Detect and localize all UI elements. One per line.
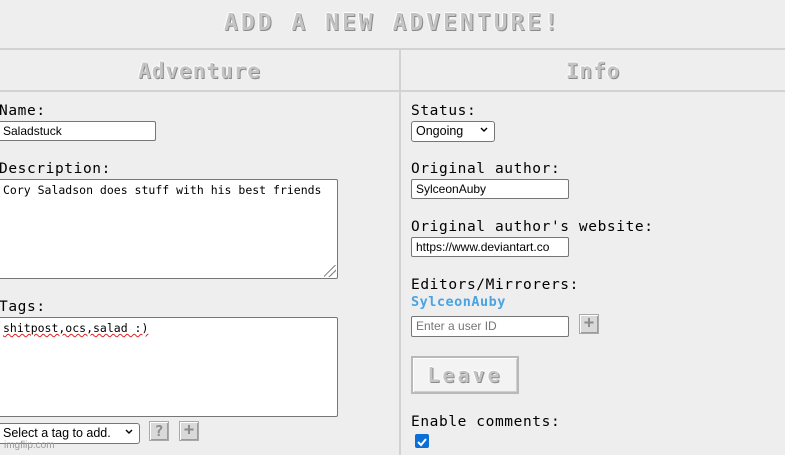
column-divider	[399, 50, 401, 455]
status-select[interactable]: Ongoing	[411, 121, 495, 142]
description-label: Description:	[0, 161, 111, 177]
status-select-value: Ongoing	[416, 124, 464, 138]
chevron-down-icon	[125, 429, 133, 434]
column-header-divider	[0, 90, 785, 92]
status-label: Status:	[411, 103, 477, 119]
user-id-input[interactable]: Enter a user ID	[411, 316, 569, 337]
tags-label: Tags:	[0, 299, 46, 315]
author-website-input[interactable]: https://www.deviantart.co	[411, 237, 569, 257]
plus-icon: +	[183, 420, 195, 440]
add-editor-button[interactable]: +	[579, 314, 599, 334]
watermark: imgflip.com	[4, 440, 55, 451]
description-textarea[interactable]: Cory Saladson does stuff with his best f…	[0, 179, 338, 279]
name-label: Name:	[0, 103, 46, 119]
add-adventure-page: ADD A NEW ADVENTURE! Adventure Info Name…	[0, 0, 785, 455]
tag-select-value: Select a tag to add.	[3, 426, 111, 440]
info-column-title: Info	[565, 59, 621, 83]
plus-icon: +	[583, 313, 595, 333]
description-text: Cory Saladson does stuff with his best f…	[3, 183, 322, 197]
chevron-down-icon	[480, 127, 488, 132]
enable-comments-label: Enable comments:	[411, 414, 561, 430]
tag-help-button[interactable]: ?	[149, 421, 169, 441]
tags-textarea[interactable]: shitpost,ocs,salad :)	[0, 317, 338, 417]
author-website-label: Original author's website:	[411, 219, 654, 235]
original-author-input[interactable]: SylceonAuby	[411, 179, 569, 199]
help-icon: ?	[154, 422, 164, 440]
leave-button[interactable]: Leave	[411, 356, 519, 394]
add-tag-button[interactable]: +	[179, 421, 199, 441]
adventure-column-title: Adventure	[138, 59, 261, 83]
tags-text: shitpost,ocs,salad :)	[3, 321, 149, 335]
original-author-label: Original author:	[411, 161, 561, 177]
page-title: ADD A NEW ADVENTURE!	[224, 10, 561, 36]
enable-comments-checkbox[interactable]	[415, 434, 429, 448]
resize-grip-icon[interactable]	[324, 265, 336, 277]
checkmark-icon	[417, 438, 427, 447]
editor-link[interactable]: SylceonAuby	[411, 294, 506, 310]
editors-label: Editors/Mirrorers:	[411, 277, 579, 293]
name-input[interactable]: Saladstuck	[0, 121, 156, 141]
